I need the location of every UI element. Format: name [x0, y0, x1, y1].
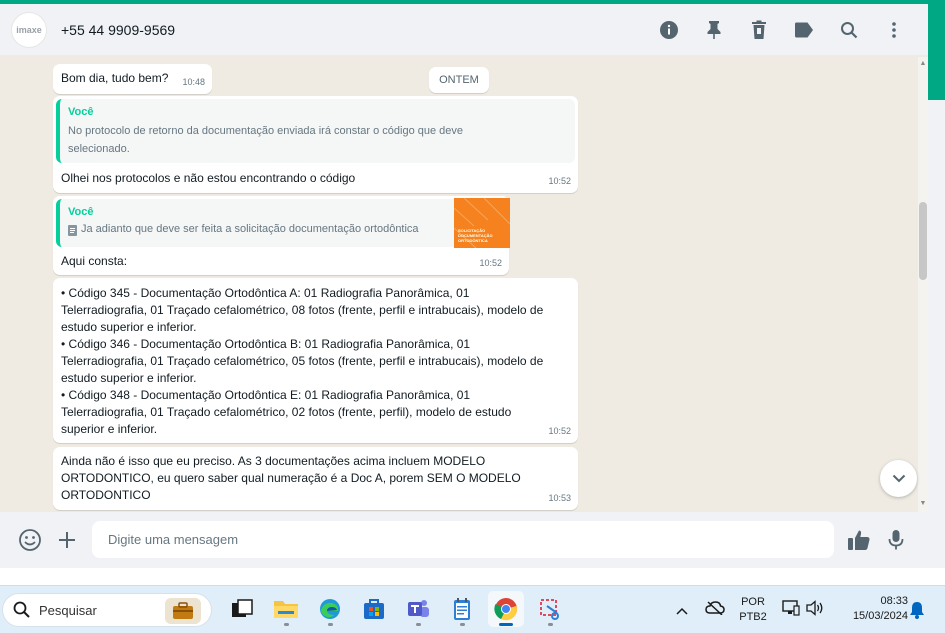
message-text: Aqui consta:	[61, 254, 128, 268]
message-time: 10:48	[182, 77, 205, 87]
message-text: Bom dia, tudo bem?	[61, 71, 169, 85]
message-line: ORTODONTICO	[61, 488, 151, 502]
message-line: estudo superior e inferior.	[61, 371, 197, 385]
snipping-tool-icon[interactable]	[532, 591, 568, 627]
attach-plus-icon[interactable]	[53, 526, 81, 554]
scroll-to-bottom-button[interactable]	[880, 460, 917, 497]
volume-icon[interactable]	[806, 600, 824, 621]
contact-name[interactable]: +55 44 9909-9569	[61, 22, 175, 38]
keyboard-layout: PTB2	[739, 611, 767, 623]
running-indicator	[416, 623, 421, 626]
message-line: Telerradiografia, 01 Traçado cefalométri…	[61, 303, 544, 317]
search-icon[interactable]	[826, 10, 871, 50]
quoted-text: Ja adianto que deve ser feita a solicita…	[81, 223, 419, 235]
scrollbar-thumb[interactable]	[919, 202, 927, 280]
message-input[interactable]: Digite uma mensagem	[92, 521, 834, 558]
message-line: Telerradiografia, 01 Traçado cefalométri…	[61, 405, 512, 419]
cloud-offline-icon[interactable]	[705, 601, 725, 620]
pin-icon[interactable]	[691, 10, 736, 50]
input-language[interactable]: POR PTB2	[735, 595, 771, 625]
teams-icon[interactable]	[400, 591, 436, 627]
window-accent-band	[928, 0, 945, 100]
network-icon[interactable]	[782, 600, 800, 621]
message-time: 10:52	[548, 426, 571, 436]
message-bubble[interactable]: Você No protocolo de retorno da document…	[53, 96, 578, 193]
notification-bell-icon[interactable]	[909, 601, 925, 624]
running-indicator	[460, 623, 465, 626]
quoted-message[interactable]: Você No protocolo de retorno da document…	[56, 99, 575, 163]
chat-header: imaxe +55 44 9909-9569	[0, 4, 928, 56]
clock-date: 15/03/2024	[852, 610, 908, 622]
taskbar-search[interactable]: Pesquisar	[2, 593, 212, 627]
message-input-placeholder: Digite uma mensagem	[108, 532, 239, 547]
quoted-author: Você	[68, 206, 94, 218]
message-text: Olhei nos protocolos e não estou encontr…	[61, 171, 356, 185]
message-text: Ainda não é isso que eu preciso. As 3 do…	[61, 453, 573, 504]
message-line: • Código 346 - Documentação Ortodôntica …	[61, 337, 471, 351]
message-line: superior e inferior.	[61, 422, 158, 436]
message-line: Ainda não é isso que eu preciso. As 3 do…	[61, 454, 486, 468]
windows-taskbar: Pesquisar POR PTB2 08:33 15/03/2024	[0, 585, 945, 633]
language-code: POR	[741, 596, 765, 608]
contact-avatar[interactable]: imaxe	[11, 11, 47, 48]
task-view-icon[interactable]	[224, 591, 260, 627]
message-bubble[interactable]: • Código 345 - Documentação Ortodôntica …	[53, 278, 578, 443]
message-time: 10:52	[548, 176, 571, 186]
date-separator: ONTEM	[429, 67, 489, 93]
message-time: 10:52	[479, 258, 502, 268]
document-thumbnail[interactable]: SOLICITAÇÃO DOCUMENTAÇÃO ORTODÔNTICA	[454, 198, 510, 248]
document-icon	[68, 224, 77, 241]
scroll-down-arrow[interactable]: ▼	[919, 500, 927, 508]
message-line: estudo superior e inferior.	[61, 320, 197, 334]
microsoft-store-icon[interactable]	[356, 591, 392, 627]
window-edge	[928, 100, 945, 568]
scroll-up-arrow[interactable]: ▲	[919, 60, 927, 68]
info-icon[interactable]	[646, 10, 691, 50]
microphone-icon[interactable]	[882, 526, 910, 554]
label-icon[interactable]	[781, 10, 826, 50]
message-text: • Código 345 - Documentação Ortodôntica …	[61, 285, 573, 438]
running-indicator	[328, 623, 333, 626]
quoted-text: selecionado.	[68, 143, 130, 155]
header-actions	[646, 10, 916, 50]
running-indicator	[284, 623, 289, 626]
search-icon	[13, 601, 30, 618]
clock[interactable]: 08:33 15/03/2024	[834, 594, 908, 624]
edge-icon[interactable]	[312, 591, 348, 627]
quoted-author: Você	[68, 106, 94, 118]
message-line: Telerradiografia, 01 Traçado cefalométri…	[61, 354, 544, 368]
taskbar-search-placeholder: Pesquisar	[39, 602, 97, 618]
message-time: 10:53	[548, 493, 571, 503]
thumbs-up-icon[interactable]	[845, 526, 873, 554]
message-bubble[interactable]: Ainda não é isso que eu preciso. As 3 do…	[53, 447, 578, 510]
desktop-gap	[0, 568, 945, 585]
scrollbar-track[interactable]	[918, 57, 928, 512]
message-composer: Digite uma mensagem	[0, 512, 928, 568]
message-line: • Código 348 - Documentação Ortodôntica …	[61, 388, 471, 402]
chrome-icon[interactable]	[488, 591, 524, 627]
thumbnail-text: SOLICITAÇÃO DOCUMENTAÇÃO ORTODÔNTICA	[458, 228, 493, 243]
running-indicator	[548, 623, 553, 626]
menu-icon[interactable]	[871, 10, 916, 50]
quoted-text: No protocolo de retorno da documentação …	[68, 125, 464, 137]
tray-chevron-up-icon[interactable]	[676, 602, 688, 620]
emoji-icon[interactable]	[16, 526, 44, 554]
running-indicator	[499, 623, 513, 626]
message-bubble[interactable]: Você Ja adianto que deve ser feita a sol…	[53, 196, 510, 275]
quoted-message[interactable]: Você Ja adianto que deve ser feita a sol…	[56, 198, 510, 248]
message-bubble[interactable]: Bom dia, tudo bem? 10:48	[53, 64, 212, 94]
delete-icon[interactable]	[736, 10, 781, 50]
notepad-icon[interactable]	[444, 591, 480, 627]
chevron-down-icon	[892, 474, 905, 483]
message-line: ORTODONTICO, eu quero saber qual numeraç…	[61, 471, 521, 485]
search-highlight-icon[interactable]	[165, 598, 201, 624]
clock-time: 08:33	[880, 595, 908, 607]
message-line: • Código 345 - Documentação Ortodôntica …	[61, 286, 470, 300]
file-explorer-icon[interactable]	[268, 591, 304, 627]
